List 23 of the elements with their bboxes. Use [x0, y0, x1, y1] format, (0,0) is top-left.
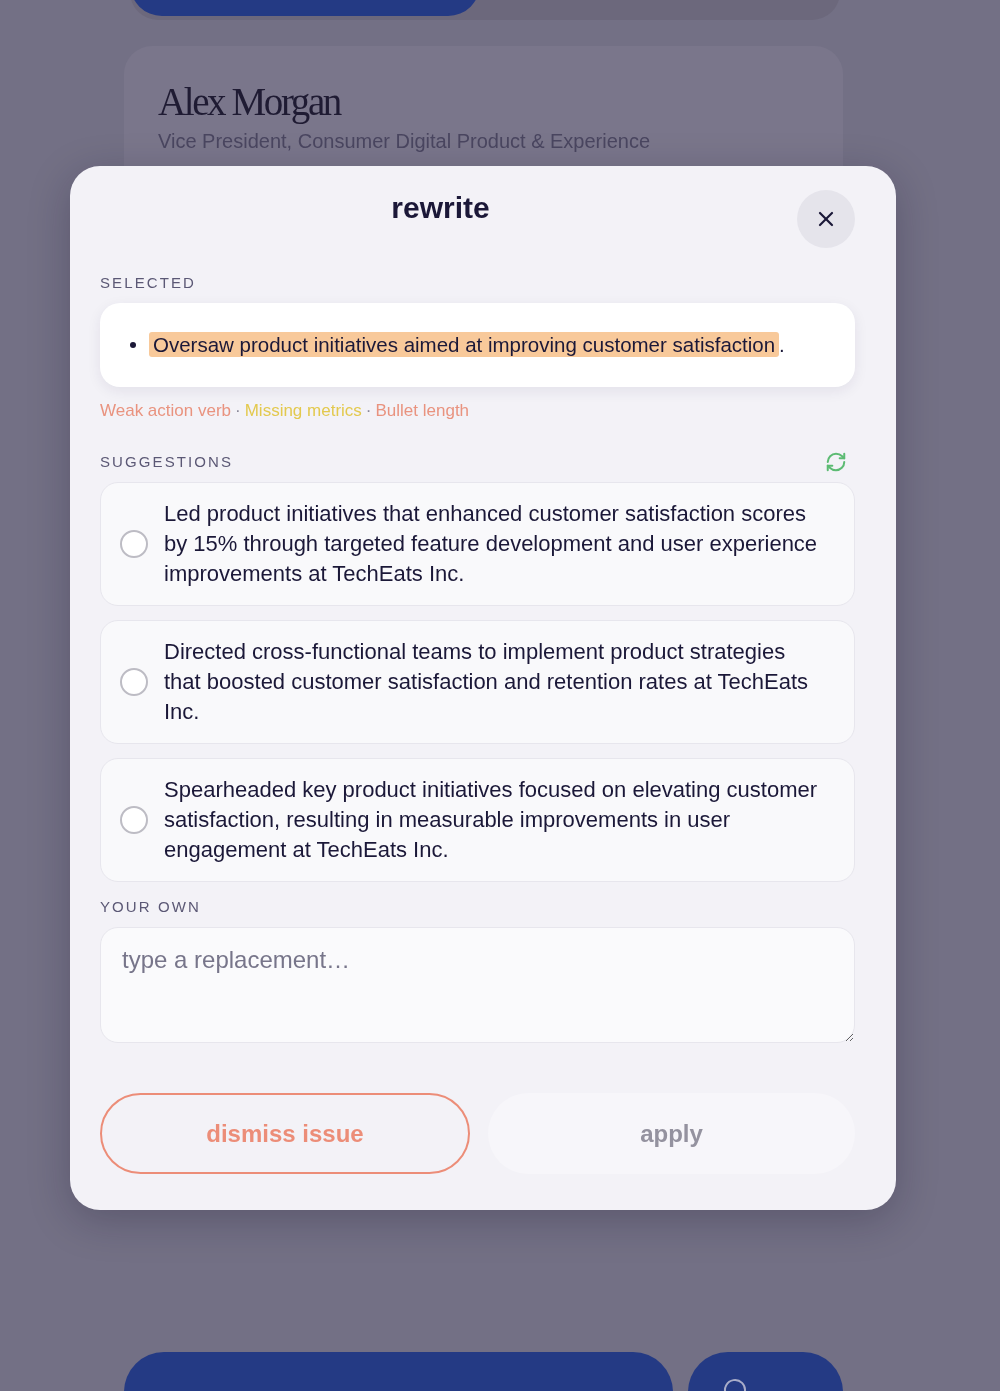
bullet-icon — [130, 342, 136, 348]
section-label: YOUR OWN — [100, 897, 201, 917]
separator: · — [365, 400, 372, 422]
separator: · — [235, 400, 241, 422]
section-label: SELECTED — [100, 273, 196, 293]
issue-tag: Bullet length — [375, 400, 470, 422]
suggestion-text: Spearheaded key product initiatives focused on elevating customer satisfaction, resulting in measurable improvements in user engagement at TechEats Inc. — [164, 776, 819, 864]
profile-name: Alex Morgan — [158, 80, 340, 124]
refresh-icon[interactable] — [825, 451, 847, 473]
radio-button[interactable] — [120, 530, 148, 558]
suggestion-option[interactable]: Spearheaded key product initiatives focused on elevating customer satisfaction, resulting in measurable improvements in user engagement at TechEats Inc. — [100, 758, 855, 882]
suggestion-option[interactable]: Led product initiatives that enhanced customer satisfaction scores by 15% through targeted feature development and user experience improvements at TechEats Inc. — [100, 482, 855, 606]
replacement-field[interactable]: type a replacement… — [100, 927, 855, 1043]
suggestion-text: Directed cross-functional teams to implement product strategies that boosted customer satisfaction and retention rates at TechEats Inc. — [164, 638, 810, 726]
selected-bullet-text: Oversaw product initiatives aimed at improving customer satisfaction . — [149, 330, 785, 360]
dialog-title: rewrite — [390, 190, 491, 226]
radio-button[interactable] — [120, 806, 148, 834]
suggestion-option[interactable]: Directed cross-functional teams to implement product strategies that boosted customer satisfaction and retention rates at TechEats Inc. — [100, 620, 855, 744]
suggestion-text: Led product initiatives that enhanced customer satisfaction scores by 15% through targeted feature development and user experience improvements at TechEats Inc. — [164, 500, 819, 588]
issue-tag: Missing metrics — [244, 400, 362, 422]
section-label: SUGGESTIONS — [100, 452, 234, 472]
radio-button[interactable] — [120, 668, 148, 696]
issue-tag: Weak action verb — [100, 400, 232, 422]
